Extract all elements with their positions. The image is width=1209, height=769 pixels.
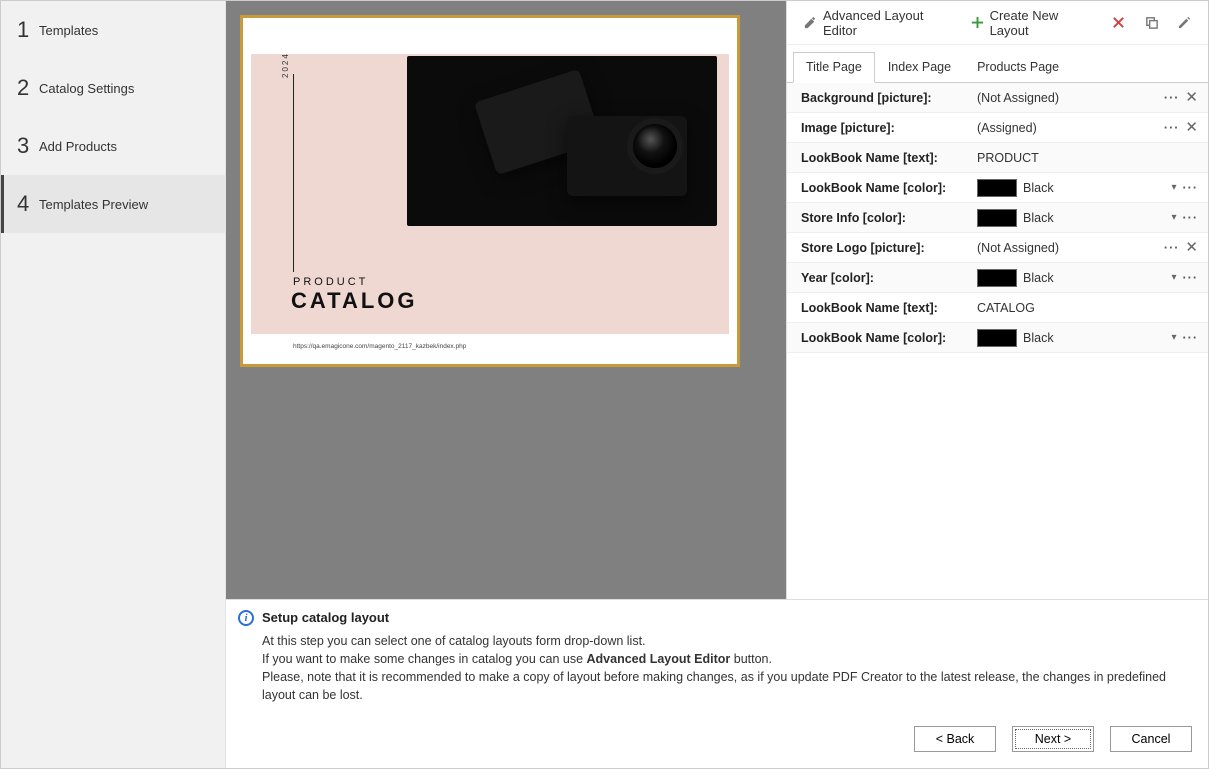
properties-list: Background [picture]: (Not Assigned) ···… bbox=[787, 83, 1208, 599]
info-line: Please, note that it is recommended to m… bbox=[262, 668, 1192, 704]
more-button[interactable]: ··· bbox=[1183, 181, 1199, 195]
property-value: (Not Assigned) bbox=[977, 241, 1059, 255]
copy-icon bbox=[1144, 15, 1159, 30]
property-label: Store Logo [picture]: bbox=[801, 241, 977, 255]
advanced-layout-editor-button[interactable]: Advanced Layout Editor bbox=[797, 4, 958, 42]
info-line: If you want to make some changes in cata… bbox=[262, 650, 1192, 668]
copy-layout-button[interactable] bbox=[1138, 11, 1165, 34]
plus-icon bbox=[970, 15, 985, 30]
next-button[interactable]: Next > bbox=[1012, 726, 1094, 752]
dropdown-chevron-icon[interactable]: ▾ bbox=[1171, 272, 1176, 283]
tab-title-page[interactable]: Title Page bbox=[793, 52, 875, 83]
toolbar-label: Advanced Layout Editor bbox=[823, 8, 952, 38]
color-swatch[interactable] bbox=[977, 329, 1017, 347]
step-templates-preview[interactable]: 4 Templates Preview bbox=[1, 175, 225, 233]
browse-button[interactable]: ··· bbox=[1164, 91, 1180, 105]
property-label: LookBook Name [color]: bbox=[801, 331, 977, 345]
rename-layout-button[interactable] bbox=[1171, 11, 1198, 34]
property-value: (Assigned) bbox=[977, 121, 1037, 135]
more-button[interactable]: ··· bbox=[1183, 211, 1199, 225]
step-number: 2 bbox=[17, 75, 39, 101]
property-row: Image [picture]: (Assigned) ··· ✕ bbox=[787, 113, 1208, 143]
wizard-steps-sidebar: 1 Templates 2 Catalog Settings 3 Add Pro… bbox=[1, 1, 226, 768]
property-value: Black bbox=[1023, 331, 1054, 345]
tab-products-page[interactable]: Products Page bbox=[964, 52, 1072, 83]
step-number: 1 bbox=[17, 17, 39, 43]
info-line: At this step you can select one of catal… bbox=[262, 632, 1192, 650]
step-add-products[interactable]: 3 Add Products bbox=[1, 117, 225, 175]
property-label: LookBook Name [text]: bbox=[801, 301, 977, 315]
property-row: LookBook Name [text]: PRODUCT bbox=[787, 143, 1208, 173]
create-new-layout-button[interactable]: Create New Layout bbox=[964, 4, 1099, 42]
property-row: Store Info [color]: Black ▾ ··· bbox=[787, 203, 1208, 233]
preview-catalog: CATALOG bbox=[291, 288, 418, 314]
clear-button[interactable]: ✕ bbox=[1185, 120, 1198, 135]
property-label: Image [picture]: bbox=[801, 121, 977, 135]
step-number: 4 bbox=[17, 191, 39, 217]
preview-divider-line bbox=[293, 74, 294, 272]
more-button[interactable]: ··· bbox=[1183, 271, 1199, 285]
step-templates[interactable]: 1 Templates bbox=[1, 1, 225, 59]
property-value[interactable]: CATALOG bbox=[977, 301, 1035, 315]
properties-panel: Advanced Layout Editor Create New Layout bbox=[786, 1, 1208, 599]
dropdown-chevron-icon[interactable]: ▾ bbox=[1171, 212, 1176, 223]
step-catalog-settings[interactable]: 2 Catalog Settings bbox=[1, 59, 225, 117]
info-title: Setup catalog layout bbox=[262, 610, 389, 625]
preview-hero-image bbox=[407, 56, 717, 226]
wizard-button-bar: < Back Next > Cancel bbox=[226, 710, 1208, 768]
tab-index-page[interactable]: Index Page bbox=[875, 52, 964, 83]
property-row: Store Logo [picture]: (Not Assigned) ···… bbox=[787, 233, 1208, 263]
preview-title: PRODUCT bbox=[293, 276, 368, 288]
property-row: Year [color]: Black ▾ ··· bbox=[787, 263, 1208, 293]
template-preview-area: 2024 PRODUCT CATALOG https://qa.emagicon… bbox=[226, 1, 786, 599]
property-label: LookBook Name [color]: bbox=[801, 181, 977, 195]
back-button[interactable]: < Back bbox=[914, 726, 996, 752]
property-value: (Not Assigned) bbox=[977, 91, 1059, 105]
property-label: LookBook Name [text]: bbox=[801, 151, 977, 165]
preview-year: 2024 bbox=[281, 52, 290, 78]
step-label: Templates Preview bbox=[39, 197, 148, 212]
property-label: Store Info [color]: bbox=[801, 211, 977, 225]
pencil-icon bbox=[803, 15, 818, 30]
property-value[interactable]: PRODUCT bbox=[977, 151, 1039, 165]
dropdown-chevron-icon[interactable]: ▾ bbox=[1171, 332, 1176, 343]
dropdown-chevron-icon[interactable]: ▾ bbox=[1171, 182, 1176, 193]
step-label: Add Products bbox=[39, 139, 117, 154]
step-label: Catalog Settings bbox=[39, 81, 134, 96]
property-row: LookBook Name [color]: Black ▾ ··· bbox=[787, 173, 1208, 203]
edit-icon bbox=[1177, 15, 1192, 30]
browse-button[interactable]: ··· bbox=[1164, 121, 1180, 135]
clear-button[interactable]: ✕ bbox=[1185, 90, 1198, 105]
browse-button[interactable]: ··· bbox=[1164, 241, 1180, 255]
delete-layout-button[interactable] bbox=[1105, 11, 1132, 34]
property-row: Background [picture]: (Not Assigned) ···… bbox=[787, 83, 1208, 113]
property-value: Black bbox=[1023, 271, 1054, 285]
property-row: LookBook Name [color]: Black ▾ ··· bbox=[787, 323, 1208, 353]
property-value: Black bbox=[1023, 181, 1054, 195]
step-label: Templates bbox=[39, 23, 98, 38]
step-number: 3 bbox=[17, 133, 39, 159]
property-label: Background [picture]: bbox=[801, 91, 977, 105]
preview-page[interactable]: 2024 PRODUCT CATALOG https://qa.emagicon… bbox=[240, 15, 740, 367]
property-row: LookBook Name [text]: CATALOG bbox=[787, 293, 1208, 323]
preview-store-url: https://qa.emagicone.com/magento_2117_ka… bbox=[293, 343, 466, 350]
info-body: At this step you can select one of catal… bbox=[238, 632, 1192, 705]
layout-toolbar: Advanced Layout Editor Create New Layout bbox=[787, 1, 1208, 45]
page-tabs: Title Page Index Page Products Page bbox=[787, 45, 1208, 83]
property-value: Black bbox=[1023, 211, 1054, 225]
info-icon: i bbox=[238, 610, 254, 626]
clear-button[interactable]: ✕ bbox=[1185, 240, 1198, 255]
cancel-button[interactable]: Cancel bbox=[1110, 726, 1192, 752]
close-icon bbox=[1111, 15, 1126, 30]
color-swatch[interactable] bbox=[977, 269, 1017, 287]
info-panel: i Setup catalog layout At this step you … bbox=[226, 599, 1208, 711]
color-swatch[interactable] bbox=[977, 209, 1017, 227]
more-button[interactable]: ··· bbox=[1183, 331, 1199, 345]
color-swatch[interactable] bbox=[977, 179, 1017, 197]
toolbar-label: Create New Layout bbox=[990, 8, 1093, 38]
property-label: Year [color]: bbox=[801, 271, 977, 285]
